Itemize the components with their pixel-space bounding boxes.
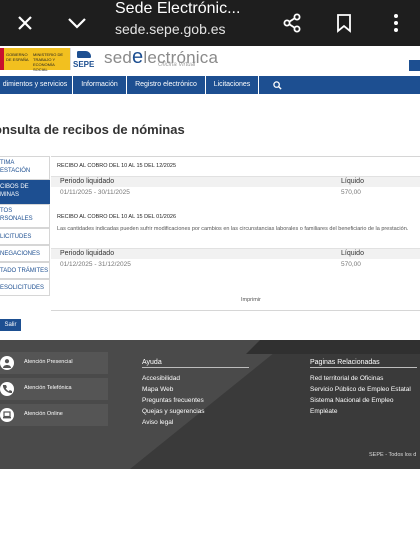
table-header: Periodo liquidado Líquido xyxy=(51,176,420,187)
government-logo[interactable]: GOBIERNO DE ESPAÑA MINISTERIO DE TRABAJO… xyxy=(0,48,70,72)
footer-link[interactable]: Mapa Web xyxy=(142,386,173,393)
sede-logo-pre: sed xyxy=(104,48,133,67)
nav-informacion[interactable]: Información xyxy=(73,76,127,94)
col-liquido: Líquido xyxy=(341,178,364,185)
bookmark-icon[interactable] xyxy=(333,0,355,46)
col-liquido: Líquido xyxy=(341,250,364,257)
amount-value: 570,00 xyxy=(341,261,361,268)
chevron-down-icon[interactable] xyxy=(66,0,88,46)
page-title: onsulta de recibos de nóminas xyxy=(0,122,185,137)
sepe-logo[interactable]: SEPE xyxy=(70,48,96,70)
receipt-heading: RECIBO AL COBRO DEL 10 AL 15 DEL 01/2026 xyxy=(57,214,177,220)
gov-logo-text: GOBIERNO DE ESPAÑA xyxy=(6,52,29,62)
card-label: Atención Presencial xyxy=(24,359,73,365)
header-menu-button[interactable] xyxy=(409,60,420,71)
menu-label: NEGACIONES xyxy=(0,251,41,257)
footer-link[interactable]: Empléate xyxy=(310,408,337,415)
search-icon[interactable] xyxy=(259,76,295,94)
atencion-presencial-card[interactable]: Atención Presencial xyxy=(0,352,108,374)
menu-label: ESOLICITUDES xyxy=(0,285,45,291)
more-vert-icon[interactable] xyxy=(385,0,407,46)
browser-url[interactable]: sede.sepe.gob.es xyxy=(115,21,226,37)
amount-value: 570,00 xyxy=(341,189,361,196)
nav-licitaciones[interactable]: Licitaciones xyxy=(206,76,259,94)
nav-procedimientos[interactable]: dimientos y servicios xyxy=(0,76,73,94)
help-title: Ayuda xyxy=(142,359,162,366)
menu-ultima-prestacion[interactable]: TIMA ESTACIÓN xyxy=(0,156,50,180)
table-header: Periodo liquidado Líquido xyxy=(51,248,420,259)
menu-recibos-nominas[interactable]: CIBOS DE MINAS xyxy=(0,180,50,204)
card-label: Atención Online xyxy=(24,411,63,417)
receipt-heading: RECIBO AL COBRO DEL 10 AL 15 DEL 12/2025 xyxy=(57,163,177,169)
table-row[interactable]: 01/11/2025 - 30/11/2025 570,00 xyxy=(51,187,420,199)
footer-link[interactable]: Aviso legal xyxy=(142,419,173,426)
browser-toolbar: Sede Electrónic... sede.sepe.gob.es xyxy=(0,0,420,46)
ministry-logo-text: MINISTERIO DE TRABAJO Y ECONOMÍA SOCIAL xyxy=(33,52,64,72)
share-icon[interactable] xyxy=(281,0,303,46)
atencion-telefonica-card[interactable]: Atención Telefónica xyxy=(0,378,108,400)
related-title: Paginas Relacionadas xyxy=(310,359,380,366)
copyright-text: SEPE - Todos los d xyxy=(369,452,417,458)
disclaimer-note: Las cantidades indicadas pueden sufrir m… xyxy=(57,226,409,232)
menu-presolicitudes[interactable]: ESOLICITUDES xyxy=(0,279,50,296)
close-tab-icon[interactable] xyxy=(14,0,36,46)
col-periodo: Periodo liquidado xyxy=(60,250,115,257)
browser-page-title: Sede Electrónic... xyxy=(115,0,241,17)
site-header: GOBIERNO DE ESPAÑA MINISTERIO DE TRABAJO… xyxy=(0,46,420,76)
menu-label: TIMA ESTACIÓN xyxy=(0,160,31,174)
main-nav: dimientos y servicios Información Regist… xyxy=(0,76,420,94)
atencion-online-card[interactable]: Atención Online xyxy=(0,404,108,426)
footer: Atención Presencial Atención Telefónica … xyxy=(0,340,420,469)
coat-of-arms-icon xyxy=(0,48,4,70)
menu-label: LICITUDES xyxy=(0,234,32,240)
footer-link[interactable]: Accesibilidad xyxy=(142,375,180,382)
sede-logo-e: e xyxy=(132,46,144,68)
menu-estado-tramites[interactable]: TADO TRÁMITES xyxy=(0,262,50,279)
menu-denegaciones[interactable]: NEGACIONES xyxy=(0,245,50,262)
menu-datos-personales[interactable]: TOS RSONALES xyxy=(0,204,50,228)
period-value: 01/11/2025 - 30/11/2025 xyxy=(60,189,130,196)
sepe-logo-text: SEPE xyxy=(73,60,95,69)
sede-subtitle: Oficina Virtual xyxy=(158,62,196,68)
col-periodo: Periodo liquidado xyxy=(60,178,115,185)
footer-link[interactable]: Quejas y sugerencias xyxy=(142,408,205,415)
footer-link[interactable]: Sistema Nacional de Empleo xyxy=(310,397,393,404)
footer-link[interactable]: Preguntas frecuentes xyxy=(142,397,204,404)
receipts-panel: RECIBO AL COBRO DEL 10 AL 15 DEL 12/2025… xyxy=(51,156,420,311)
footer-link[interactable]: Red territorial de Oficinas xyxy=(310,375,383,382)
nav-registro[interactable]: Registro electrónico xyxy=(127,76,206,94)
menu-label: TOS RSONALES xyxy=(0,208,33,222)
print-link[interactable]: Imprimir xyxy=(241,297,261,303)
card-label: Atención Telefónica xyxy=(24,385,72,391)
menu-label: CIBOS DE MINAS xyxy=(0,184,29,198)
person-icon xyxy=(0,356,14,370)
menu-solicitudes[interactable]: LICITUDES xyxy=(0,228,50,245)
phone-icon xyxy=(0,382,14,396)
table-row[interactable]: 01/12/2025 - 31/12/2025 570,00 xyxy=(51,259,420,271)
page-root: Sede Electrónic... sede.sepe.gob.es GOBI… xyxy=(0,0,420,534)
help-divider xyxy=(142,367,249,368)
footer-link[interactable]: Servicio Público de Empleo Estatal xyxy=(310,386,411,393)
exit-button[interactable]: Salir xyxy=(0,319,21,331)
related-divider xyxy=(310,367,417,368)
laptop-icon xyxy=(0,408,14,422)
menu-label: TADO TRÁMITES xyxy=(0,268,49,274)
period-value: 01/12/2025 - 31/12/2025 xyxy=(60,261,131,268)
sepe-mark-icon xyxy=(77,51,91,58)
